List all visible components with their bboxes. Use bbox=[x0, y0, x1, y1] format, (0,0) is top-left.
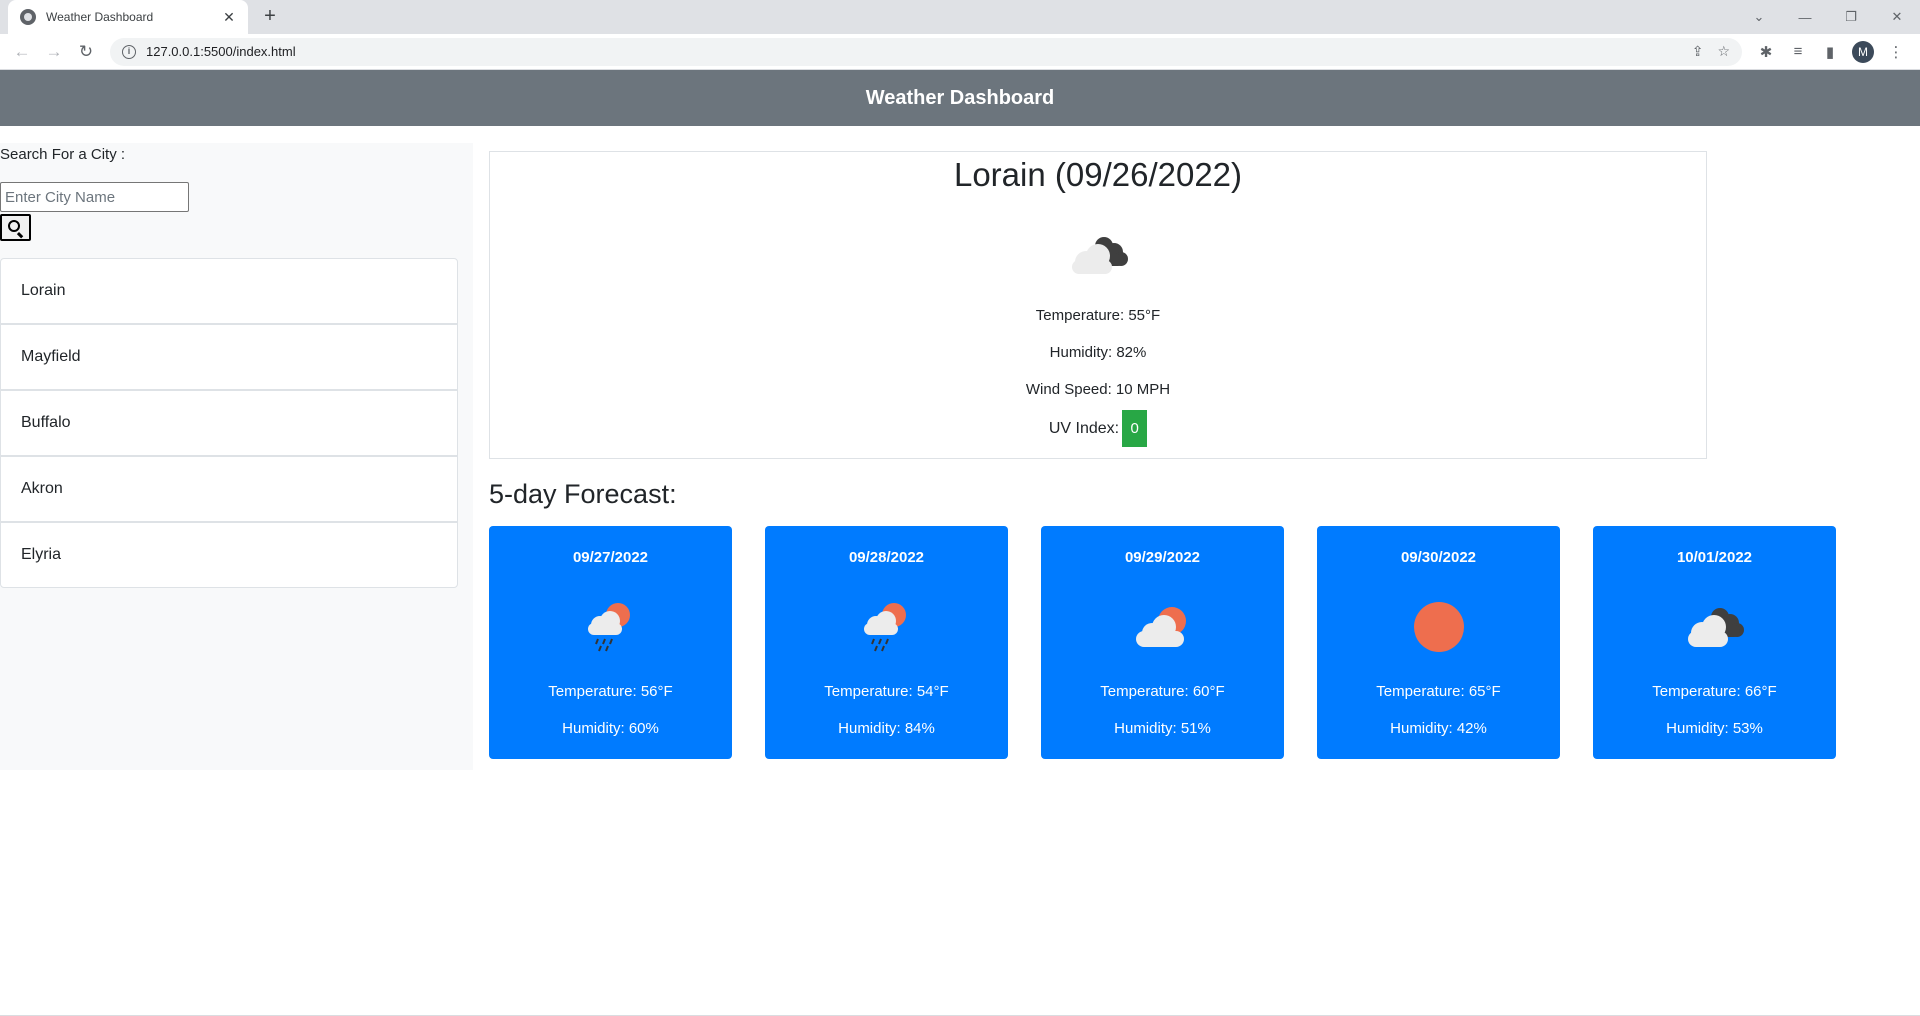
forecast-date: 09/28/2022 bbox=[848, 549, 925, 566]
browser-toolbar: ← → ↻ i 127.0.0.1:5500/index.html ⇪ ☆ ✱ … bbox=[0, 34, 1920, 70]
forecast-humidity: Humidity: 53% bbox=[1666, 720, 1763, 737]
forecast-card: 09/27/2022 Temperature: 56°F Humidity: 6… bbox=[489, 526, 732, 759]
current-weather-card: Lorain (09/26/2022) Temperature: 55°F Hu… bbox=[489, 151, 1707, 459]
restore-icon[interactable]: ❐ bbox=[1828, 9, 1874, 25]
back-icon[interactable]: ← bbox=[8, 38, 36, 66]
forward-icon[interactable]: → bbox=[40, 38, 68, 66]
browser-tab[interactable]: Weather Dashboard ✕ bbox=[8, 0, 248, 34]
city-history-item[interactable]: Mayfield bbox=[0, 324, 458, 390]
forecast-date: 09/30/2022 bbox=[1400, 549, 1477, 566]
forecast-temperature: Temperature: 65°F bbox=[1376, 683, 1501, 700]
page-header: Weather Dashboard bbox=[0, 70, 1920, 126]
globe-icon bbox=[20, 9, 36, 25]
forecast-date: 09/29/2022 bbox=[1124, 549, 1201, 566]
search-label: Search For a City : bbox=[0, 146, 126, 163]
city-history-item[interactable]: Lorain bbox=[0, 258, 458, 324]
site-info-icon[interactable]: i bbox=[122, 44, 136, 59]
forecast-humidity: Humidity: 60% bbox=[562, 720, 659, 737]
cloud-sun-icon bbox=[1135, 607, 1186, 647]
forecast-humidity: Humidity: 84% bbox=[838, 720, 935, 737]
page-title: Weather Dashboard bbox=[865, 86, 1055, 109]
city-search-input[interactable] bbox=[0, 182, 189, 212]
new-tab-button[interactable]: + bbox=[258, 5, 282, 29]
current-city-title: Lorain (09/26/2022) bbox=[953, 156, 1243, 193]
forecast-card: 09/29/2022 Temperature: 60°F Humidity: 5… bbox=[1041, 526, 1284, 759]
forecast-list: 09/27/2022 Temperature: 56°F Humidity: 6… bbox=[489, 526, 1836, 759]
forecast-card: 10/01/2022 Temperature: 66°F Humidity: 5… bbox=[1593, 526, 1836, 759]
forecast-humidity: Humidity: 42% bbox=[1390, 720, 1487, 737]
tab-search-icon[interactable]: ⌄ bbox=[1736, 9, 1782, 25]
tab-close-icon[interactable]: ✕ bbox=[220, 9, 238, 26]
tab-title: Weather Dashboard bbox=[46, 10, 154, 24]
address-bar[interactable]: i 127.0.0.1:5500/index.html ⇪ ☆ bbox=[110, 37, 1742, 66]
browser-tab-bar: Weather Dashboard ✕ + ⌄ — ❐ ✕ bbox=[0, 0, 1920, 34]
rain-sun-icon bbox=[587, 603, 630, 652]
overcast-clouds-icon bbox=[1072, 237, 1128, 274]
window-controls: ⌄ — ❐ ✕ bbox=[1736, 0, 1920, 34]
sun-icon bbox=[1413, 602, 1464, 652]
forecast-temperature: Temperature: 54°F bbox=[824, 683, 949, 700]
current-humidity: Humidity: 82% bbox=[1049, 344, 1147, 361]
side-panel-icon[interactable]: ▮ bbox=[1814, 43, 1846, 61]
reload-icon[interactable]: ↻ bbox=[72, 38, 100, 66]
city-history-item[interactable]: Buffalo bbox=[0, 390, 458, 456]
forecast-temperature: Temperature: 66°F bbox=[1652, 683, 1777, 700]
search-history-list: Lorain Mayfield Buffalo Akron Elyria bbox=[0, 258, 458, 588]
page-content: Weather Dashboard Search For a City : Lo… bbox=[0, 70, 1920, 1016]
forecast-date: 10/01/2022 bbox=[1676, 549, 1753, 566]
overcast-clouds-icon bbox=[1687, 608, 1744, 647]
city-history-item[interactable]: Akron bbox=[0, 456, 458, 522]
current-wind-speed: Wind Speed: 10 MPH bbox=[1025, 381, 1171, 398]
forecast-temperature: Temperature: 56°F bbox=[548, 683, 673, 700]
uv-index-badge: 0 bbox=[1122, 410, 1148, 447]
forecast-card: 09/30/2022 Temperature: 65°F Humidity: 4… bbox=[1317, 526, 1560, 759]
forecast-card: 09/28/2022 Temperature: 54°F Humidity: 8… bbox=[765, 526, 1008, 759]
forecast-title: 5-day Forecast: bbox=[489, 479, 677, 509]
minimize-icon[interactable]: — bbox=[1782, 10, 1828, 25]
profile-avatar[interactable]: M bbox=[1852, 40, 1874, 63]
share-icon[interactable]: ⇪ bbox=[1692, 43, 1704, 60]
current-temperature: Temperature: 55°F bbox=[1035, 307, 1161, 324]
close-window-icon[interactable]: ✕ bbox=[1874, 9, 1920, 25]
url-text[interactable]: 127.0.0.1:5500/index.html bbox=[146, 44, 1678, 59]
extensions-icon[interactable]: ✱ bbox=[1750, 43, 1782, 61]
uv-index-row: UV Index: 0 bbox=[490, 410, 1706, 447]
search-sidebar: Search For a City : Lorain Mayfield Buff… bbox=[0, 143, 473, 770]
rain-sun-icon bbox=[863, 603, 906, 652]
forecast-humidity: Humidity: 51% bbox=[1114, 720, 1211, 737]
city-history-item[interactable]: Elyria bbox=[0, 522, 458, 588]
forecast-date: 09/27/2022 bbox=[572, 549, 649, 566]
search-icon bbox=[8, 220, 20, 232]
forecast-temperature: Temperature: 60°F bbox=[1100, 683, 1225, 700]
bookmark-star-icon[interactable]: ☆ bbox=[1717, 43, 1730, 60]
uv-index-label: UV Index: bbox=[1048, 419, 1120, 437]
browser-menu-icon[interactable]: ⋮ bbox=[1880, 43, 1912, 61]
reading-list-icon[interactable]: ≡ bbox=[1782, 43, 1814, 60]
search-button[interactable] bbox=[0, 214, 31, 241]
